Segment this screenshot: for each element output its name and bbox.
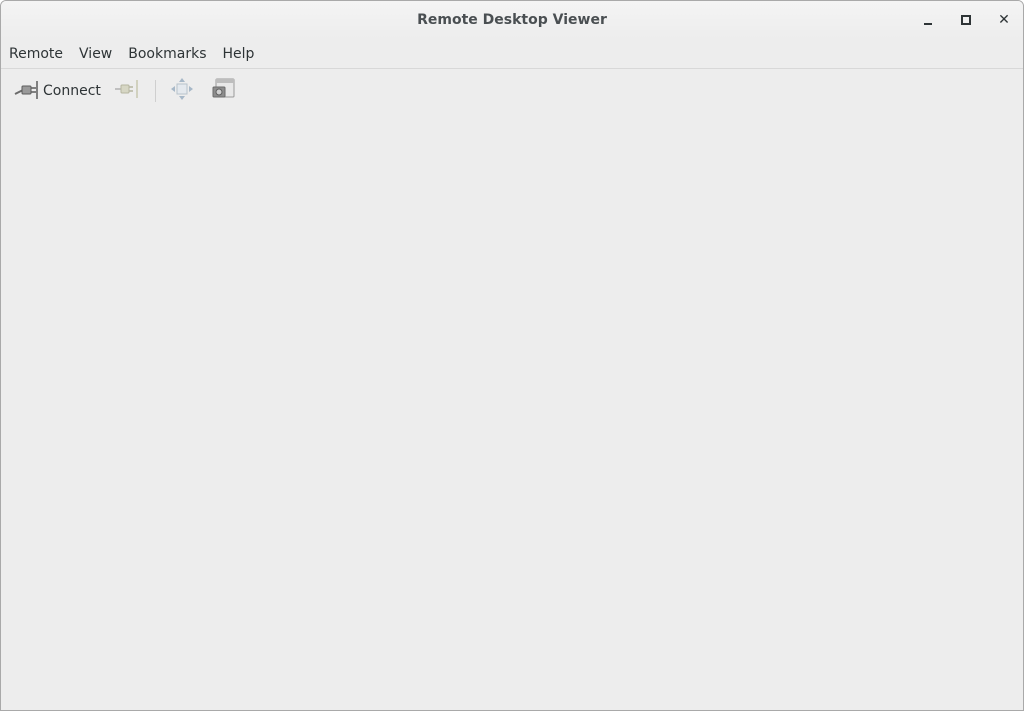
close-button[interactable]: ✕	[993, 9, 1015, 31]
menu-bar: Remote View Bookmarks Help	[1, 39, 1023, 69]
plug-disconnect-icon	[113, 78, 139, 104]
disconnect-button[interactable]	[113, 77, 139, 105]
menu-remote[interactable]: Remote	[1, 39, 71, 68]
maximize-button[interactable]	[955, 9, 977, 31]
app-window: Remote Desktop Viewer ✕ Remote View Book…	[0, 0, 1024, 711]
viewer-area	[1, 113, 1023, 710]
toolbar-separator	[155, 80, 156, 102]
window-title: Remote Desktop Viewer	[417, 12, 607, 28]
toolbar: Connect	[1, 69, 1023, 113]
connect-button[interactable]: Connect	[13, 77, 101, 105]
menu-help[interactable]: Help	[214, 39, 262, 68]
fullscreen-button[interactable]	[169, 77, 195, 105]
fullscreen-arrows-icon	[169, 78, 195, 104]
plug-connect-icon	[13, 78, 39, 104]
title-bar[interactable]: Remote Desktop Viewer ✕	[1, 1, 1023, 39]
screenshot-button[interactable]	[211, 77, 237, 105]
close-icon: ✕	[998, 12, 1010, 28]
screenshot-icon	[211, 77, 237, 105]
menu-bookmarks[interactable]: Bookmarks	[120, 39, 214, 68]
minimize-icon	[924, 23, 932, 25]
connect-label: Connect	[43, 83, 101, 99]
maximize-icon	[961, 15, 971, 25]
menu-view[interactable]: View	[71, 39, 120, 68]
minimize-button[interactable]	[917, 9, 939, 31]
